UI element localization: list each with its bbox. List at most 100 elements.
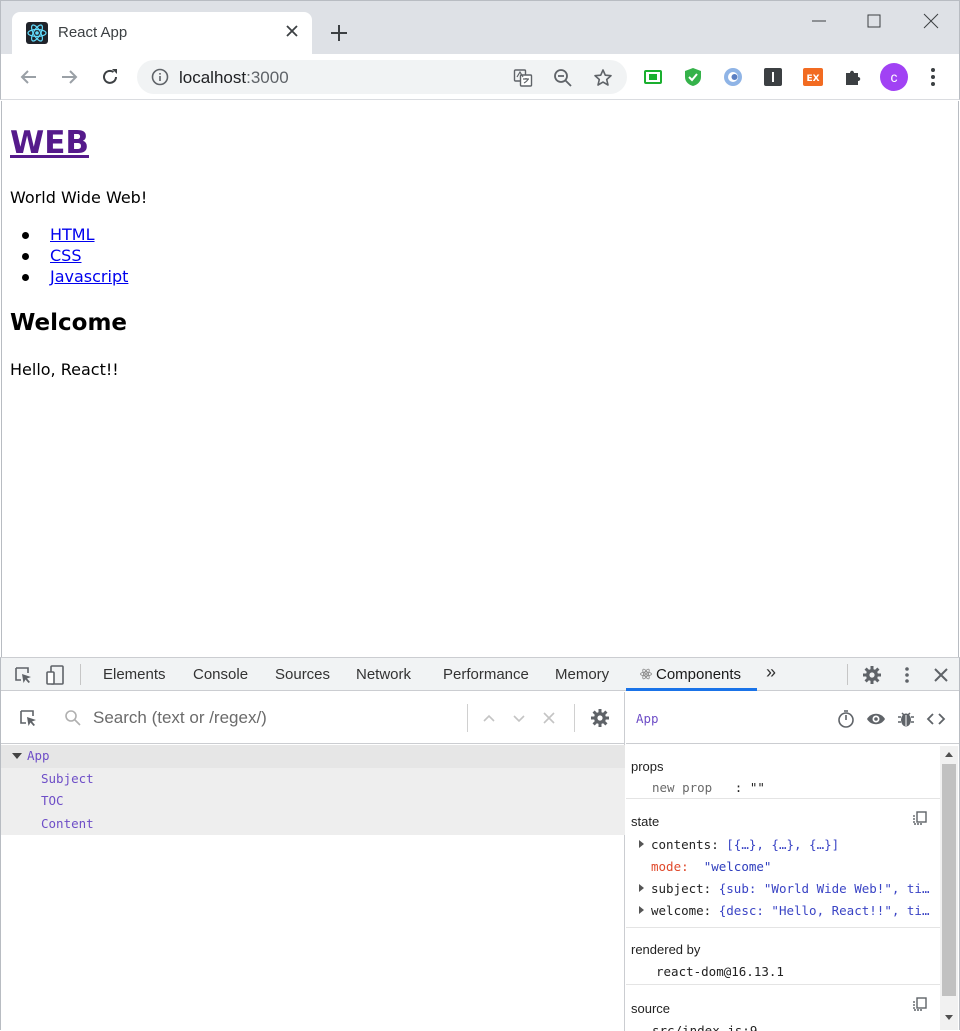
nav-link-html[interactable]: HTML xyxy=(50,225,95,244)
expand-caret-icon[interactable] xyxy=(639,884,644,892)
new-prop-row[interactable]: new prop : "" xyxy=(652,780,765,795)
translate-icon[interactable] xyxy=(513,68,533,88)
tab-components[interactable]: Components xyxy=(640,666,741,683)
source-title: source xyxy=(631,1001,671,1016)
new-tab-icon[interactable] xyxy=(329,23,349,43)
component-settings-gear-icon[interactable] xyxy=(590,708,610,728)
close-devtools-icon[interactable] xyxy=(931,665,951,685)
expand-caret-icon[interactable] xyxy=(639,906,644,914)
maximize-icon[interactable] xyxy=(864,11,884,31)
state-title: state xyxy=(631,814,660,829)
tab-separator xyxy=(80,664,81,685)
more-menu-icon[interactable] xyxy=(922,66,944,88)
inspect-dom-eye-icon[interactable] xyxy=(866,709,886,729)
tab-network[interactable]: Network xyxy=(356,666,411,683)
minimize-icon[interactable] xyxy=(809,11,829,31)
search-prev-icon[interactable] xyxy=(479,708,499,728)
address-bar[interactable]: localhost:3000 xyxy=(137,60,627,94)
copy-state-icon[interactable] xyxy=(912,810,928,826)
state-value[interactable]: "welcome" xyxy=(704,859,772,874)
tree-row-app[interactable]: App xyxy=(1,745,625,768)
devtools-menu-icon[interactable] xyxy=(897,665,917,685)
state-welcome-row[interactable]: welcome: {desc: "Hello, React!!", ti… xyxy=(651,903,929,918)
component-search-input[interactable] xyxy=(93,705,453,731)
debug-bug-icon[interactable] xyxy=(896,709,916,729)
inspect-element-icon[interactable] xyxy=(13,665,33,685)
tab-memory[interactable]: Memory xyxy=(555,666,609,683)
nav-list: HTML CSS Javascript xyxy=(10,225,128,288)
extensions-puzzle-icon[interactable] xyxy=(842,66,864,88)
scroll-up-icon[interactable] xyxy=(944,750,954,758)
circle-extension-icon[interactable] xyxy=(722,66,744,88)
close-window-icon[interactable] xyxy=(921,11,941,31)
forward-icon[interactable] xyxy=(58,66,80,88)
title-link[interactable]: WEB xyxy=(10,125,89,161)
nav-item: HTML xyxy=(10,225,128,246)
nav-item: CSS xyxy=(10,246,128,267)
state-value: [{…}, {…}, {…}] xyxy=(726,837,840,852)
content-description: Hello, React!! xyxy=(10,360,119,379)
page-viewport: WEB World Wide Web! HTML CSS Javascript … xyxy=(1,101,959,657)
content-heading: Welcome xyxy=(10,310,128,336)
stopwatch-icon[interactable] xyxy=(836,709,856,729)
component-tree: App Subject TOC Content xyxy=(1,745,625,835)
inspector-header: App xyxy=(626,692,959,744)
component-inspector-pane: App props new prop : "" state contents: … xyxy=(626,692,959,1031)
devtools-panel: Elements Console Sources Network Perform… xyxy=(0,657,960,1031)
rendered-by-title: rendered by xyxy=(631,942,701,957)
info-icon[interactable] xyxy=(151,68,169,86)
nav-link-css[interactable]: CSS xyxy=(50,246,81,265)
new-prop-value[interactable]: "" xyxy=(750,780,765,795)
tree-node-label: Content xyxy=(41,815,94,831)
device-toolbar-icon[interactable] xyxy=(46,665,66,685)
collapse-caret-icon[interactable] xyxy=(12,753,22,759)
reload-icon[interactable] xyxy=(99,66,121,88)
state-key: mode: xyxy=(651,859,689,874)
tree-node-label: Subject xyxy=(41,770,94,786)
close-tab-icon[interactable] xyxy=(284,23,300,39)
rendered-by-value: react-dom@16.13.1 xyxy=(656,964,784,979)
select-element-icon[interactable] xyxy=(18,708,38,728)
tab-performance[interactable]: Performance xyxy=(443,666,529,683)
state-contents-row[interactable]: contents: [{…}, {…}, {…}] xyxy=(651,837,839,852)
profile-avatar[interactable]: c xyxy=(880,63,908,91)
shield-extension-icon[interactable] xyxy=(682,66,704,88)
reader-extension-icon[interactable] xyxy=(762,66,784,88)
tree-row-subject[interactable]: Subject xyxy=(1,767,625,790)
scrollbar-thumb[interactable] xyxy=(942,764,956,996)
tree-row-content[interactable]: Content xyxy=(1,812,625,835)
tab-console[interactable]: Console xyxy=(193,666,248,683)
state-value: {desc: "Hello, React!!", ti… xyxy=(718,903,930,918)
browser-tab[interactable]: React App xyxy=(12,12,312,55)
tree-row-toc[interactable]: TOC xyxy=(1,790,625,813)
scroll-down-icon[interactable] xyxy=(944,1014,954,1022)
bookmark-star-icon[interactable] xyxy=(593,68,613,88)
search-separator xyxy=(467,704,468,732)
ex-extension-icon[interactable]: EX xyxy=(802,66,824,88)
settings-gear-icon[interactable] xyxy=(862,665,882,685)
props-title: props xyxy=(631,759,664,774)
more-tabs-button[interactable]: » xyxy=(766,662,776,683)
tab-components-label: Components xyxy=(656,666,742,683)
copy-source-icon[interactable] xyxy=(912,996,928,1012)
extension-green-icon[interactable] xyxy=(642,66,664,88)
nav-link-javascript[interactable]: Javascript xyxy=(50,267,128,286)
state-subject-row[interactable]: subject: {sub: "World Wide Web!", ti… xyxy=(651,881,929,896)
url-host: localhost xyxy=(179,68,247,87)
view-source-icon[interactable] xyxy=(926,709,946,729)
search-separator xyxy=(574,704,575,732)
search-icon xyxy=(65,710,81,726)
inspector-scrollbar[interactable] xyxy=(940,746,958,1030)
svg-text:EX: EX xyxy=(806,74,819,84)
expand-caret-icon[interactable] xyxy=(639,840,644,848)
tab-sources[interactable]: Sources xyxy=(275,666,330,683)
back-icon[interactable] xyxy=(18,66,40,88)
tab-elements[interactable]: Elements xyxy=(103,666,166,683)
state-mode-row[interactable]: mode: "welcome" xyxy=(651,859,771,874)
browser-toolbar: localhost:3000 EX c xyxy=(0,54,960,100)
zoom-out-icon[interactable] xyxy=(553,68,573,88)
devtools-tab-bar: Elements Console Sources Network Perform… xyxy=(1,658,959,691)
clear-search-icon[interactable] xyxy=(539,708,559,728)
search-next-icon[interactable] xyxy=(509,708,529,728)
new-prop-key[interactable]: new prop xyxy=(652,780,712,795)
